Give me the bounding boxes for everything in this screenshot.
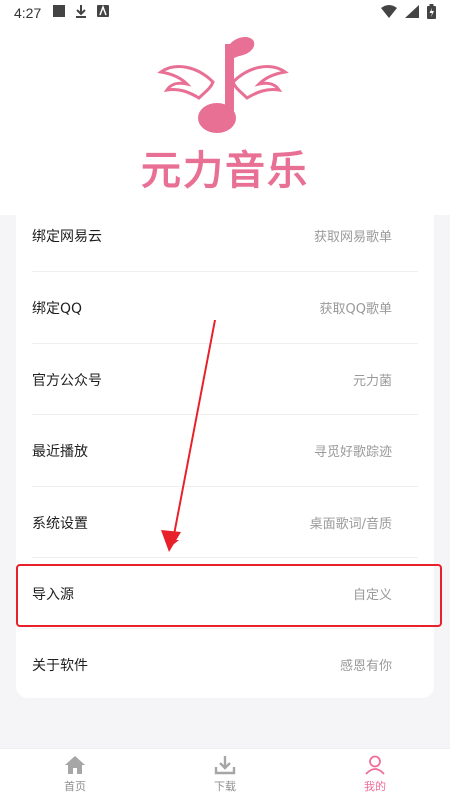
menu-item-label: 系统设置 — [32, 515, 88, 532]
menu-item-label: 导入源 — [32, 586, 74, 603]
app-logo: 元力音乐 — [135, 30, 315, 194]
tab-home[interactable]: 首页 — [0, 749, 150, 800]
menu-item-label: 官方公众号 — [32, 372, 102, 389]
menu-item-label: 绑定网易云 — [32, 228, 102, 245]
menu-item-value: 寻觅好歌踪迹 — [313, 445, 392, 460]
home-icon — [65, 756, 85, 774]
menu-item-value: 桌面歌词/音质 — [309, 517, 392, 532]
tab-label: 我的 — [364, 780, 386, 793]
menu-item-about[interactable]: 关于软件 感恩有你 — [16, 629, 434, 700]
menu-item-label: 绑定QQ — [32, 300, 83, 317]
menu-item-value: 元力菌 — [352, 374, 392, 389]
menu-item-recent-play[interactable]: 最近播放 寻觅好歌踪迹 — [16, 415, 434, 486]
menu-item-value: 获取QQ歌单 — [319, 302, 392, 317]
settings-menu-card: 绑定网易云 获取网易歌单 绑定QQ 获取QQ歌单 官方公众号 元力菌 最近播放 … — [16, 200, 434, 698]
menu-item-label: 关于软件 — [32, 657, 88, 674]
tab-download[interactable]: 下载 — [150, 749, 300, 800]
tab-label: 首页 — [64, 780, 86, 793]
menu-item-import-source[interactable]: 导入源 自定义 — [16, 558, 434, 629]
menu-item-bind-qq[interactable]: 绑定QQ 获取QQ歌单 — [16, 272, 434, 343]
app-logo-text: 元力音乐 — [141, 148, 309, 194]
download-status-icon — [75, 4, 87, 22]
user-icon — [365, 755, 385, 775]
bottom-tab-bar: 首页 下载 我的 — [0, 748, 450, 800]
download-icon — [214, 756, 236, 775]
tab-label: 下载 — [214, 780, 236, 793]
music-note-wings-icon — [157, 37, 289, 133]
wifi-icon — [381, 4, 397, 22]
menu-item-official-account[interactable]: 官方公众号 元力菌 — [16, 344, 434, 415]
battery-icon — [427, 3, 436, 23]
notification-square-icon — [53, 5, 66, 21]
tab-mine[interactable]: 我的 — [300, 749, 450, 800]
menu-item-bind-netease[interactable]: 绑定网易云 获取网易歌单 — [16, 200, 434, 271]
menu-item-value: 自定义 — [352, 588, 392, 603]
menu-item-value: 获取网易歌单 — [313, 230, 392, 245]
signal-icon — [405, 4, 419, 22]
app-status-icon — [97, 4, 110, 21]
menu-item-label: 最近播放 — [32, 443, 88, 460]
menu-item-system-settings[interactable]: 系统设置 桌面歌词/音质 — [16, 487, 434, 558]
menu-item-value: 感恩有你 — [339, 659, 392, 674]
status-time: 4:27 — [14, 5, 42, 21]
status-bar: 4:27 — [0, 0, 450, 26]
